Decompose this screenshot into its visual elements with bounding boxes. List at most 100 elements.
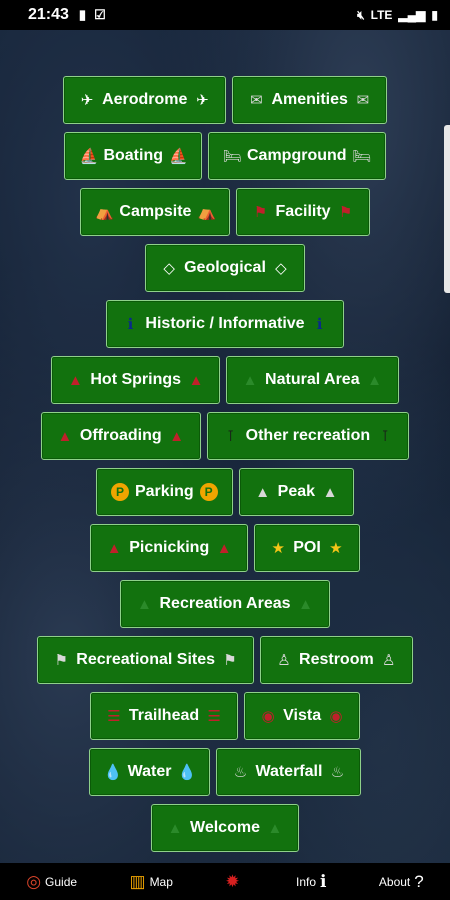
- poi-label: POI: [293, 539, 321, 556]
- other-recreation-label: Other recreation: [245, 427, 371, 444]
- geological-button[interactable]: ◇ Geological ◇: [145, 244, 305, 292]
- peak-label: Peak: [277, 483, 316, 500]
- poi-icon: ★: [329, 540, 343, 557]
- aerodrome-icon: ✈: [196, 92, 209, 109]
- other-recreation-icon: ⊺: [381, 428, 390, 445]
- poi-icon: ★: [271, 540, 285, 557]
- natural-area-icon: ▲: [367, 371, 383, 389]
- welcome-icon: ▲: [167, 819, 183, 837]
- offroading-icon: ▲: [57, 427, 73, 445]
- other-recreation-icon: ⊺: [226, 428, 235, 445]
- map-icon: ▥: [129, 871, 146, 891]
- picnicking-button[interactable]: ▲ Picnicking ▲: [90, 524, 249, 572]
- trailhead-icon: ☰: [207, 708, 221, 725]
- button-row: ☰ Trailhead ☰ ◉ Vista ◉: [0, 692, 450, 740]
- geological-icon: ◇: [163, 260, 175, 277]
- peak-button[interactable]: ▲ Peak ▲: [238, 468, 355, 516]
- hot-springs-icon: ▲: [67, 371, 83, 389]
- mute-icon: 🔇︎: [357, 7, 365, 22]
- compass-icon: ◎: [26, 871, 42, 891]
- offroading-button[interactable]: ▲ Offroading ▲: [40, 412, 201, 460]
- poi-button[interactable]: ★ POI ★: [254, 524, 360, 572]
- question-icon: ?: [414, 871, 424, 891]
- aerodrome-label: Aerodrome: [102, 91, 188, 108]
- tab-guide[interactable]: ◎ Guide: [26, 872, 77, 892]
- campsite-icon: ⛺: [95, 204, 115, 221]
- parking-icon: P: [199, 483, 218, 501]
- hot-springs-button[interactable]: ▲ Hot Springs ▲: [51, 356, 221, 404]
- recreational-sites-icon: ⚑: [223, 652, 237, 669]
- boating-button[interactable]: ⛵ Boating ⛵: [64, 132, 202, 180]
- restroom-icon: ♙: [277, 652, 291, 669]
- waterfall-icon: ♨: [330, 764, 345, 781]
- tab-about[interactable]: About?: [379, 872, 424, 892]
- facility-button[interactable]: ⚑ Facility ⚑: [236, 188, 370, 236]
- vista-icon: ◉: [329, 708, 343, 725]
- button-row: ℹ Historic / Informative ℹ: [0, 300, 450, 348]
- aerodrome-button[interactable]: ✈ Aerodrome ✈: [63, 76, 227, 124]
- vista-label: Vista: [283, 707, 322, 724]
- bag-icon: ▮: [78, 7, 87, 22]
- amenities-icon: ✉: [356, 92, 370, 109]
- hot-springs-label: Hot Springs: [90, 371, 182, 388]
- parking-button[interactable]: P Parking P: [95, 468, 233, 516]
- facility-label: Facility: [275, 203, 331, 220]
- water-label: Water: [127, 763, 172, 780]
- button-row: P Parking P ▲ Peak ▲: [0, 468, 450, 516]
- restroom-button[interactable]: ♙ Restroom ♙: [260, 636, 413, 684]
- water-button[interactable]: 💧 Water 💧: [88, 748, 211, 796]
- campground-icon: 🛏: [223, 148, 243, 165]
- offroading-label: Offroading: [79, 427, 162, 444]
- welcome-label: Welcome: [190, 819, 260, 836]
- aerodrome-icon: ✈: [80, 92, 94, 109]
- recreational-sites-button[interactable]: ⚑ Recreational Sites ⚑: [37, 636, 255, 684]
- battery-icon: ▮: [431, 8, 438, 22]
- natural-area-icon: ▲: [242, 371, 258, 389]
- natural-area-label: Natural Area: [265, 371, 360, 388]
- status-bar: 21:43 ▮ ☑ 🔇︎ LTE ▂▄▆ ▮: [0, 0, 450, 30]
- water-icon: 💧: [177, 764, 197, 781]
- gear-icon: ✹: [225, 871, 240, 891]
- tab-settings[interactable]: ✹: [225, 872, 243, 892]
- info-icon: ℹ: [320, 871, 327, 891]
- button-row: ▲ Recreation Areas ▲: [0, 580, 450, 628]
- status-right: 🔇︎ LTE ▂▄▆ ▮: [357, 8, 438, 23]
- historic-informative-icon: ℹ: [316, 316, 323, 333]
- campground-button[interactable]: 🛏 Campground 🛏: [208, 132, 386, 180]
- waterfall-button[interactable]: ♨ Waterfall ♨: [216, 748, 362, 796]
- restroom-label: Restroom: [299, 651, 374, 668]
- recreation-areas-label: Recreation Areas: [159, 595, 291, 612]
- vista-icon: ◉: [261, 708, 275, 725]
- facility-icon: ⚑: [253, 204, 268, 221]
- campsite-label: Campsite: [119, 203, 192, 220]
- boating-icon: ⛵: [169, 148, 188, 165]
- recreational-sites-icon: ⚑: [54, 652, 68, 669]
- recreation-areas-icon: ▲: [298, 595, 313, 613]
- button-row: ◇ Geological ◇: [0, 244, 450, 292]
- button-row: ⛺ Campsite ⛺ ⚑ Facility ⚑: [0, 188, 450, 236]
- geological-icon: ◇: [275, 260, 287, 277]
- amenities-button[interactable]: ✉ Amenities ✉: [232, 76, 387, 124]
- other-recreation-button[interactable]: ⊺ Other recreation ⊺: [206, 412, 410, 460]
- welcome-button[interactable]: ▲ Welcome ▲: [151, 804, 299, 852]
- picnicking-icon: ▲: [106, 539, 122, 557]
- recreation-areas-icon: ▲: [137, 595, 152, 613]
- amenities-icon: ✉: [250, 92, 263, 109]
- waterfall-icon: ♨: [233, 764, 248, 781]
- button-row: ⛵ Boating ⛵ 🛏 Campground 🛏: [0, 132, 450, 180]
- recreation-areas-button[interactable]: ▲ Recreation Areas ▲: [120, 580, 330, 628]
- historic-informative-button[interactable]: ℹ Historic / Informative ℹ: [106, 300, 344, 348]
- campsite-button[interactable]: ⛺ Campsite ⛺: [80, 188, 231, 236]
- trailhead-button[interactable]: ☰ Trailhead ☰: [89, 692, 239, 740]
- historic-informative-icon: ℹ: [127, 316, 134, 333]
- natural-area-button[interactable]: ▲ Natural Area ▲: [226, 356, 399, 404]
- lte-label: LTE: [370, 8, 393, 22]
- signal-icon: ▂▄▆: [398, 8, 426, 22]
- tab-info[interactable]: Info ℹ: [296, 872, 326, 892]
- vista-button[interactable]: ◉ Vista ◉: [244, 692, 361, 740]
- button-row: ▲ Picnicking ▲ ★ POI ★: [0, 524, 450, 572]
- amenities-label: Amenities: [271, 91, 348, 108]
- tab-map[interactable]: ▥ Map: [130, 872, 173, 892]
- button-row: ▲ Hot Springs ▲ ▲ Natural Area ▲: [0, 356, 450, 404]
- tab-label: About: [378, 874, 411, 889]
